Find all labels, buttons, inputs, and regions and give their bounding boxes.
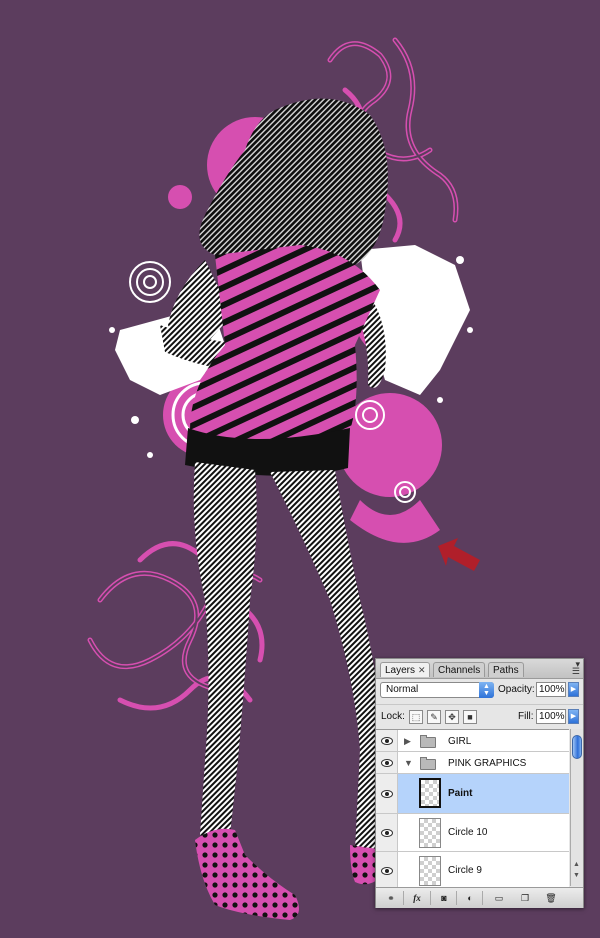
mask-icon[interactable]: ◙	[435, 891, 453, 905]
opacity-field[interactable]: 100%	[536, 682, 566, 697]
tab-paths-label: Paths	[493, 665, 519, 676]
layer-thumbnail	[419, 818, 441, 848]
layer-row-circle-9[interactable]: Circle 9	[376, 852, 569, 887]
layers-scrollbar[interactable]: ▲ ▼	[570, 729, 583, 886]
eye-icon[interactable]	[381, 737, 393, 745]
scrollbar-thumb[interactable]	[572, 735, 582, 759]
visibility-toggle[interactable]	[376, 730, 398, 751]
new-group-icon[interactable]: ▭	[490, 891, 508, 905]
layer-row-paint[interactable]: Paint	[376, 774, 569, 814]
layer-name: Circle 10	[448, 827, 488, 838]
chevron-right-icon[interactable]: ▶	[404, 736, 411, 747]
toolbar-divider	[430, 891, 431, 905]
close-icon[interactable]: ✕	[418, 665, 426, 675]
trash-icon[interactable]: 🗑	[542, 891, 560, 905]
fill-label: Fill:	[518, 711, 534, 722]
select-arrows-icon[interactable]: ▲ ▼	[479, 682, 494, 698]
lock-position-icon[interactable]: ✥	[445, 710, 459, 724]
tab-paths[interactable]: Paths	[488, 662, 524, 677]
link-icon[interactable]: ⚭	[382, 891, 400, 905]
layer-thumbnail	[419, 856, 441, 886]
opacity-label: Opacity:	[498, 684, 535, 695]
highlight-arrow-icon	[438, 538, 480, 571]
layers-bottom-toolbar: ⚭ fx ◙ ◐ ▭ ❐ 🗑	[376, 887, 583, 908]
tab-layers[interactable]: Layers ✕	[380, 662, 430, 677]
layer-row-girl[interactable]: ▶ GIRL	[376, 730, 569, 752]
layer-name: GIRL	[448, 736, 472, 747]
folder-icon	[420, 735, 436, 748]
new-layer-icon[interactable]: ❐	[516, 891, 534, 905]
layer-thumbnail	[419, 778, 441, 808]
tab-channels[interactable]: Channels	[433, 662, 485, 677]
panel-menu-icon[interactable]: ▾ ☰	[572, 660, 580, 676]
toolbar-divider	[456, 891, 457, 905]
scroll-down-icon[interactable]: ▼	[573, 872, 580, 879]
opacity-arrow-icon[interactable]: ▶	[568, 682, 579, 697]
toolbar-divider	[403, 891, 404, 905]
fill-arrow-icon[interactable]: ▶	[568, 709, 579, 724]
eye-icon[interactable]	[381, 790, 393, 798]
adjustment-icon[interactable]: ◐	[461, 891, 479, 905]
folder-icon	[420, 757, 436, 770]
tab-channels-label: Channels	[438, 665, 481, 676]
lock-image-icon[interactable]: ✎	[427, 710, 441, 724]
eye-icon[interactable]	[381, 867, 393, 875]
scroll-up-icon[interactable]: ▲	[573, 861, 580, 868]
visibility-toggle[interactable]	[376, 852, 398, 887]
tab-layers-label: Layers	[385, 665, 416, 676]
visibility-toggle[interactable]	[376, 814, 398, 851]
blend-row: Normal ▲ ▼ Opacity: 100% ▶	[376, 679, 583, 703]
layers-panel: Layers ✕ Channels Paths ▾ ☰ Normal ▲ ▼ Opac…	[375, 658, 584, 908]
eye-icon[interactable]	[381, 759, 393, 767]
toolbar-divider	[482, 891, 483, 905]
lock-transparency-icon[interactable]: ⬚	[409, 710, 423, 724]
chevron-down-icon[interactable]: ▼	[404, 758, 413, 768]
layer-name: PINK GRAPHICS	[448, 758, 527, 769]
lock-all-icon[interactable]: ■	[463, 710, 477, 724]
layer-name: Circle 9	[448, 865, 482, 876]
layer-name: Paint	[448, 788, 473, 799]
layer-row-circle-10[interactable]: Circle 10	[376, 814, 569, 852]
fx-icon[interactable]: fx	[408, 891, 426, 905]
fill-field[interactable]: 100%	[536, 709, 566, 724]
layer-row-pink-graphics[interactable]: ▼ PINK GRAPHICS	[376, 752, 569, 774]
eye-icon[interactable]	[381, 829, 393, 837]
blend-mode-select[interactable]: Normal ▲ ▼	[380, 682, 494, 698]
blend-mode-value: Normal	[386, 684, 419, 695]
girl-figure	[160, 98, 388, 920]
layers-list: ▶ GIRL ▼ PINK GRAPHICS Paint Circle 10 C…	[376, 729, 569, 887]
lock-row: Lock: ⬚ ✎ ✥ ■ Fill: 100% ▶	[376, 704, 583, 729]
lock-label: Lock:	[381, 711, 405, 722]
visibility-toggle[interactable]	[376, 774, 398, 813]
visibility-toggle[interactable]	[376, 752, 398, 773]
panel-tab-bar: Layers ✕ Channels Paths ▾ ☰	[376, 659, 583, 679]
